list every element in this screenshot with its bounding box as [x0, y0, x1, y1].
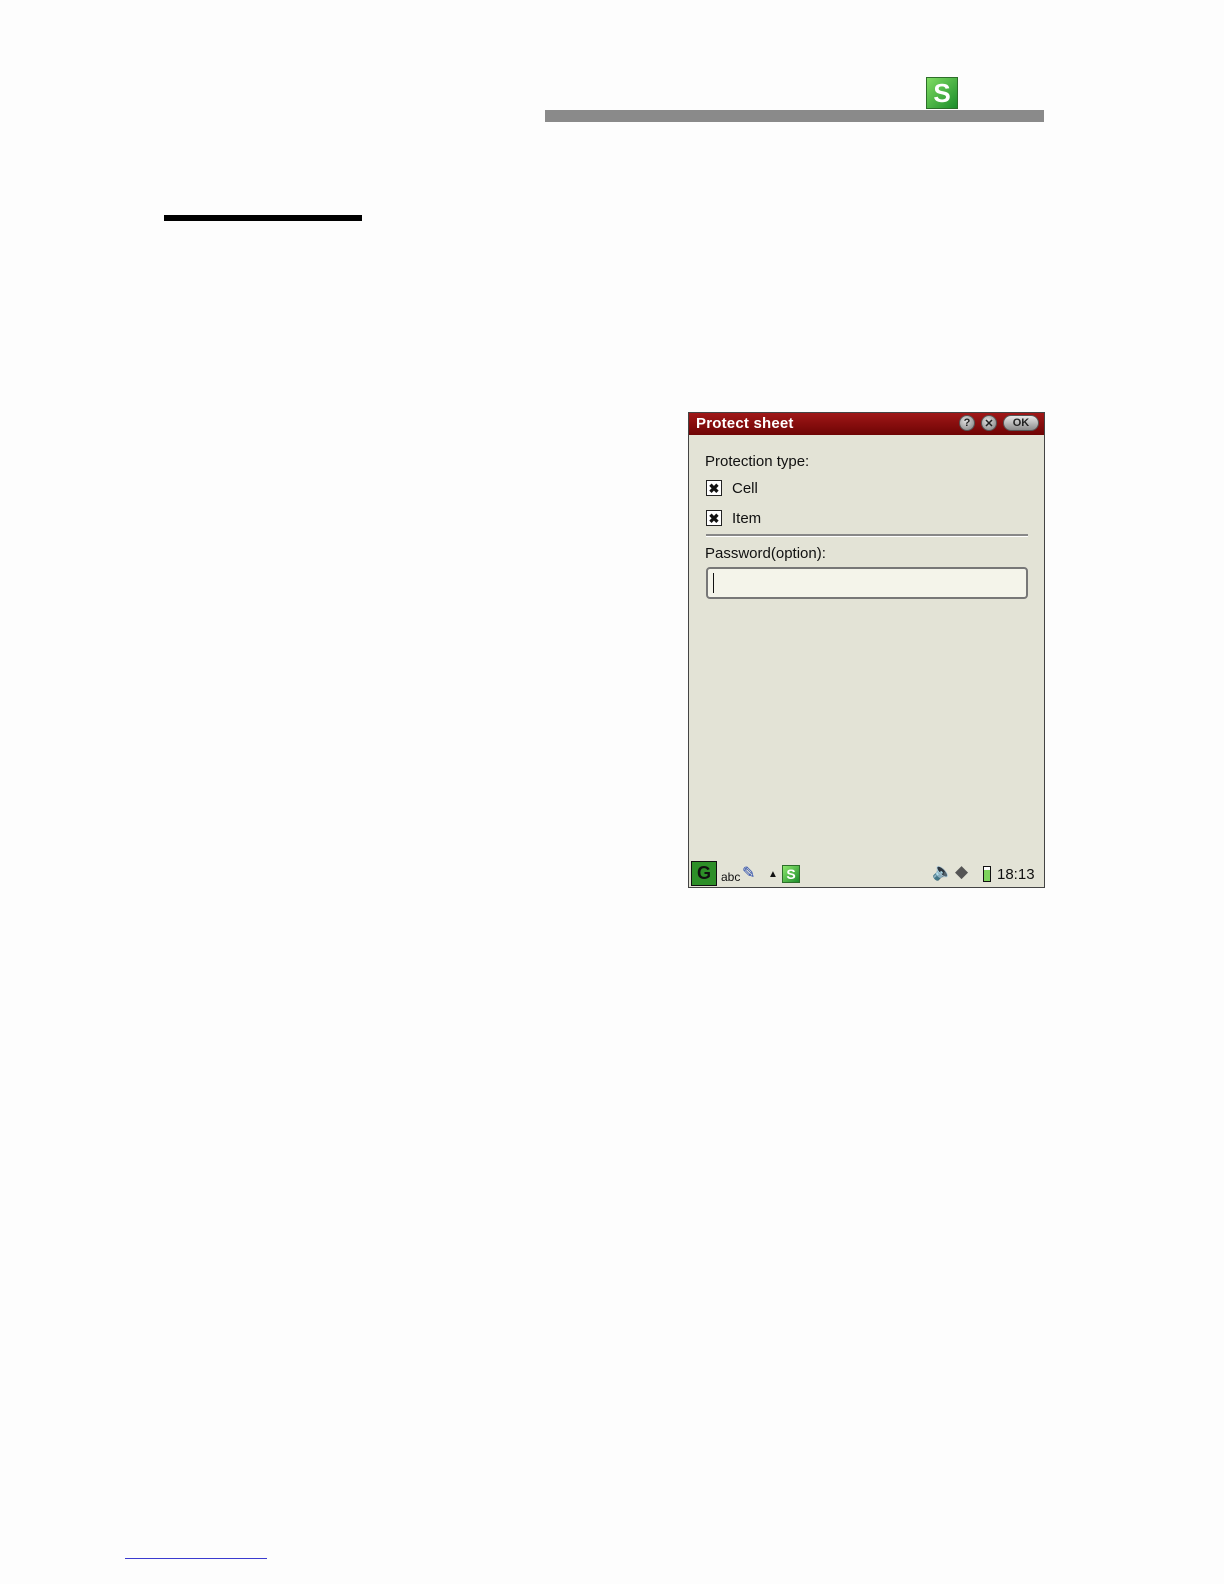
item-option-label: Item	[732, 509, 762, 527]
password-input[interactable]	[706, 567, 1028, 599]
footer-link-rule	[125, 1558, 267, 1559]
spreadsheet-icon[interactable]: S	[782, 865, 800, 883]
pen-status-icon[interactable]: ◆	[955, 862, 968, 882]
dialog-title: Protect sheet	[696, 415, 794, 432]
divider	[706, 534, 1028, 537]
help-icon: ?	[963, 417, 971, 429]
close-button[interactable]: ✕	[981, 415, 997, 431]
item-checkbox[interactable]: ✖	[706, 510, 722, 526]
checkbox-check-icon: ✖	[708, 480, 720, 496]
start-glyph: G	[696, 863, 711, 883]
dialog-titlebar: Protect sheet ? ✕ OK	[689, 413, 1044, 435]
section-rule	[164, 215, 362, 221]
ok-button[interactable]: OK	[1003, 415, 1039, 431]
checkbox-check-icon: ✖	[708, 510, 720, 526]
header-rule	[545, 110, 1044, 122]
help-button[interactable]: ?	[959, 415, 975, 431]
text-cursor	[713, 573, 714, 593]
battery-icon	[983, 866, 991, 882]
item-option[interactable]: ✖ Item	[706, 508, 761, 528]
pen-icon[interactable]: ✎	[742, 863, 755, 883]
clock: 18:13	[997, 866, 1035, 883]
header-app-glyph: S	[933, 77, 951, 108]
sheet-glyph: S	[786, 866, 796, 882]
close-icon: ✕	[984, 417, 994, 430]
arrow-up-icon[interactable]: ▲	[768, 869, 778, 880]
cell-checkbox[interactable]: ✖	[706, 480, 722, 496]
cell-option[interactable]: ✖ Cell	[706, 478, 758, 498]
protection-type-label: Protection type:	[705, 453, 810, 470]
start-menu-icon[interactable]: G	[691, 861, 717, 886]
cell-option-label: Cell	[732, 479, 758, 497]
input-mode-indicator[interactable]: abc	[721, 870, 740, 884]
password-label: Password(option):	[705, 545, 826, 562]
device-screen: Protect sheet ? ✕ OK Protection type: ✖ …	[688, 412, 1045, 888]
header-app-icon: S	[926, 77, 958, 109]
speaker-icon[interactable]: 🔈	[932, 862, 953, 882]
status-bar: G abc ✎ ▲ S 🔈 ◆ 18:13	[689, 859, 1044, 887]
